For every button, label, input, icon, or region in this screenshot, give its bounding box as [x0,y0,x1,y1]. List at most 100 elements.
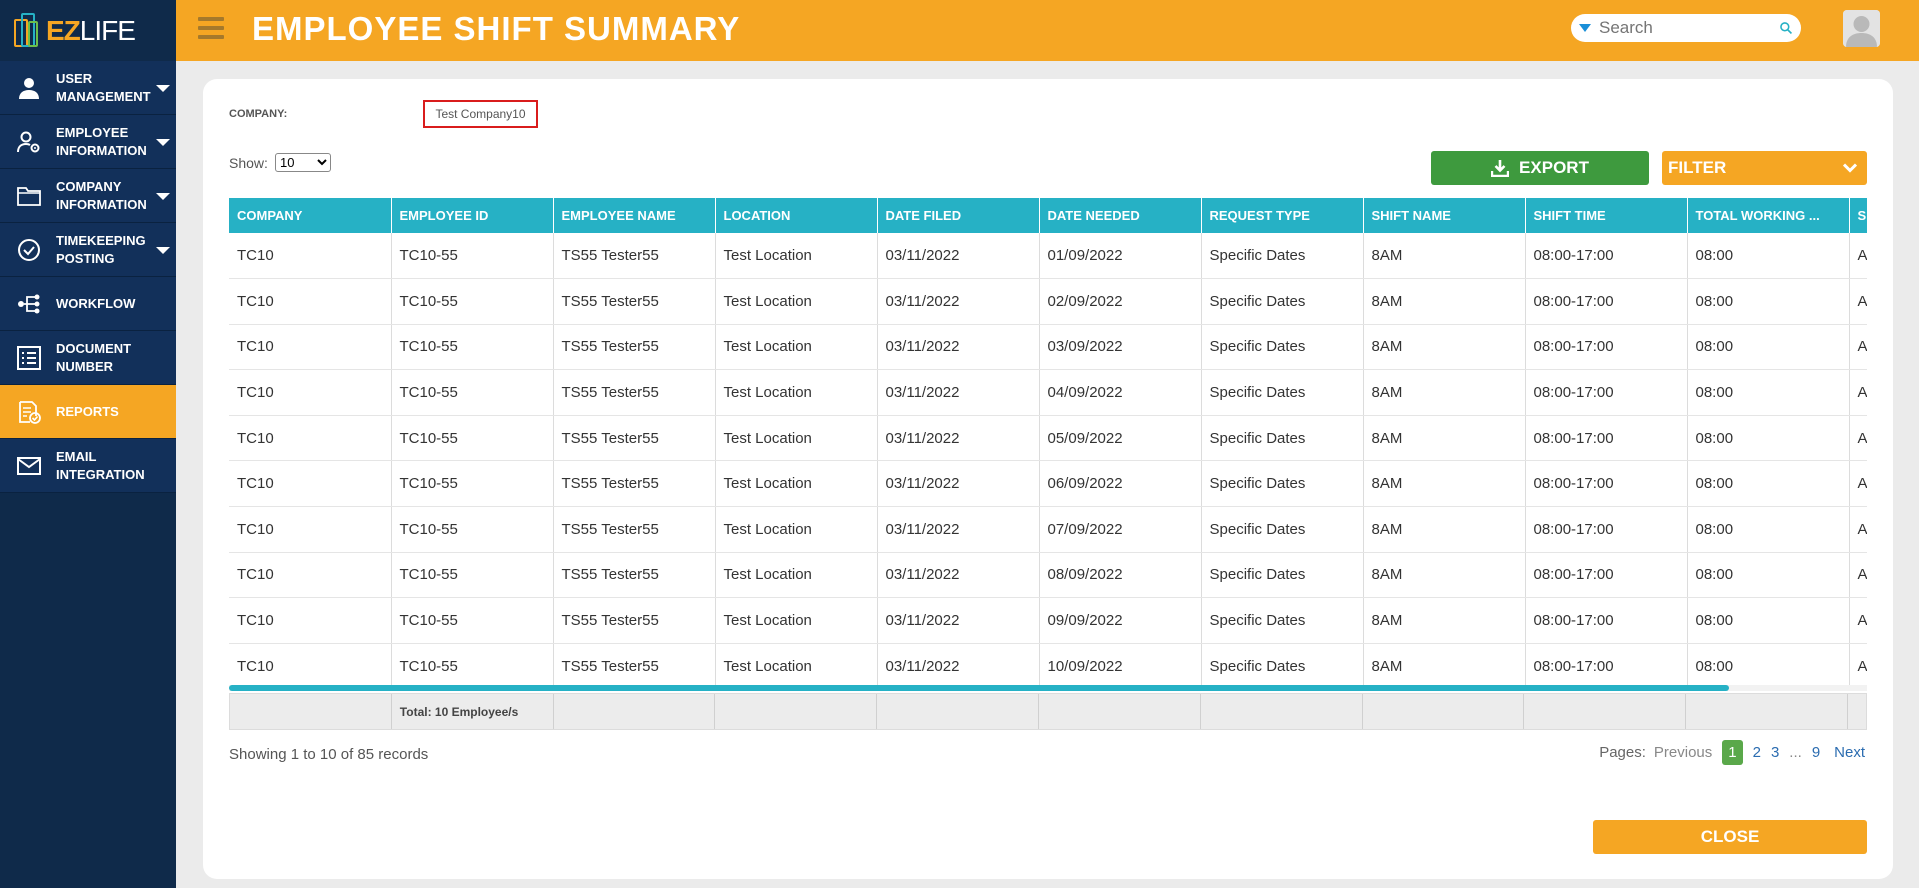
column-header-company[interactable]: COMPANY [229,198,392,233]
next-page-link[interactable]: Next [1834,744,1865,761]
cell-employee-id: TC10-55 [391,324,554,371]
sidebar-item-reports[interactable]: REPORTS [0,385,176,439]
cell-employee-id: TC10-55 [391,552,554,599]
footer-cell [715,694,878,729]
cell-request-type: Specific Dates [1201,597,1364,644]
sidebar-item-document-number[interactable]: DOCUMENT NUMBER [0,331,176,385]
table-row[interactable]: TC10 TC10-55 TS55 Tester55 Test Location 03/… [229,369,1867,416]
cell-employee-name: TS55 Tester55 [553,643,716,690]
page-link-1[interactable]: 1 [1722,740,1743,765]
table-row[interactable]: TC10 TC10-55 TS55 Tester55 Test Location 03/… [229,324,1867,371]
cell-date-needed: 01/09/2022 [1039,233,1202,280]
table-footer-row: Total: 10 Employee/s [229,693,1867,730]
cell-employee-name: TS55 Tester55 [553,233,716,280]
cell-shift-time: 08:00-17:00 [1525,415,1688,462]
sidebar-item-employee-information[interactable]: EMPLOYEE INFORMATION [0,115,176,169]
hamburger-menu-icon[interactable] [198,17,224,41]
column-header-employee-id[interactable]: EMPLOYEE ID [391,198,554,233]
top-header: EMPLOYEE SHIFT SUMMARY [176,0,1919,61]
cell-status: A [1849,597,1867,644]
column-header-request-type[interactable]: REQUEST TYPE [1201,198,1364,233]
table-header-row: COMPANY EMPLOYEE ID EMPLOYEE NAME LOCATI… [229,198,1867,233]
search-input[interactable] [1599,18,1779,38]
horizontal-scrollbar[interactable] [229,685,1867,691]
footer-cell [877,694,1039,729]
table-row[interactable]: TC10 TC10-55 TS55 Tester55 Test Location 03/… [229,278,1867,325]
sidebar-item-user-management[interactable]: USER MANAGEMENT [0,61,176,115]
cell-date-filed: 03/11/2022 [877,278,1040,325]
footer-total: Total: 10 Employee/s [392,694,554,729]
cell-total-working: 08:00 [1687,369,1850,416]
footer-cell [1524,694,1687,729]
table-row[interactable]: TC10 TC10-55 TS55 Tester55 Test Location 03/… [229,415,1867,462]
table-row[interactable]: TC10 TC10-55 TS55 Tester55 Test Location 03/… [229,643,1867,690]
cell-total-working: 08:00 [1687,460,1850,508]
sidebar-item-label: EMAIL INTEGRATION [56,448,145,482]
page-link-last[interactable]: 9 [1812,744,1820,761]
sidebar-item-email-integration[interactable]: EMAIL INTEGRATION [0,439,176,493]
page-size-select[interactable]: 10 [275,153,331,172]
scrollbar-thumb[interactable] [229,685,1729,691]
cell-total-working: 08:00 [1687,506,1850,553]
column-header-shift-name[interactable]: SHIFT NAME [1363,198,1526,233]
cell-shift-name: 8AM [1363,552,1526,599]
filter-button[interactable]: FILTER [1662,151,1867,185]
close-button[interactable]: CLOSE [1593,820,1867,854]
cell-status: A [1849,233,1867,280]
company-label: COMPANY: [229,108,288,120]
cell-total-working: 08:00 [1687,278,1850,325]
cell-date-needed: 07/09/2022 [1039,506,1202,553]
page-link-2[interactable]: 2 [1753,744,1761,761]
cell-employee-name: TS55 Tester55 [553,552,716,599]
column-header-date-filed[interactable]: DATE FILED [877,198,1040,233]
column-header-status[interactable]: S [1849,198,1867,233]
pages-label: Pages: [1599,744,1646,761]
previous-page-link[interactable]: Previous [1654,744,1712,761]
cell-shift-time: 08:00-17:00 [1525,597,1688,644]
app-logo[interactable]: EZLIFE [0,0,176,61]
table-row[interactable]: TC10 TC10-55 TS55 Tester55 Test Location 03/… [229,506,1867,553]
cell-status: A [1849,460,1867,508]
column-header-location[interactable]: LOCATION [715,198,878,233]
table-row[interactable]: TC10 TC10-55 TS55 Tester55 Test Location 03/… [229,552,1867,599]
cell-date-needed: 09/09/2022 [1039,597,1202,644]
cell-request-type: Specific Dates [1201,552,1364,599]
cell-request-type: Specific Dates [1201,643,1364,690]
cell-location: Test Location [715,597,878,644]
footer-cell [1686,694,1848,729]
column-header-date-needed[interactable]: DATE NEEDED [1039,198,1202,233]
table-row[interactable]: TC10 TC10-55 TS55 Tester55 Test Location 03/… [229,597,1867,644]
sidebar-item-label: TIMEKEEPING POSTING [56,232,146,266]
cell-total-working: 08:00 [1687,233,1850,280]
column-header-shift-time[interactable]: SHIFT TIME [1525,198,1688,233]
chevron-down-icon [156,193,170,200]
column-header-employee-name[interactable]: EMPLOYEE NAME [553,198,716,233]
cell-request-type: Specific Dates [1201,506,1364,553]
cell-employee-id: TC10-55 [391,415,554,462]
search-scope-dropdown-icon[interactable] [1579,24,1591,32]
cell-shift-time: 08:00-17:00 [1525,324,1688,371]
cell-employee-id: TC10-55 [391,597,554,644]
column-header-total-working[interactable]: TOTAL WORKING ... [1687,198,1850,233]
export-button[interactable]: EXPORT [1431,151,1649,185]
cell-status: A [1849,643,1867,690]
export-label: EXPORT [1519,158,1589,177]
company-value: Test Company10 [423,100,538,128]
footer-cell [554,694,716,729]
cell-shift-time: 08:00-17:00 [1525,506,1688,553]
cell-status: A [1849,278,1867,325]
logo-ez: EZ [46,14,81,46]
cell-shift-name: 8AM [1363,597,1526,644]
sidebar-item-workflow[interactable]: WORKFLOW [0,277,176,331]
cell-location: Test Location [715,506,878,553]
avatar[interactable] [1843,10,1880,47]
search-icon[interactable] [1779,19,1793,37]
table-row[interactable]: TC10 TC10-55 TS55 Tester55 Test Location 03/… [229,233,1867,280]
sidebar-item-company-information[interactable]: COMPANY INFORMATION [0,169,176,223]
sidebar-item-timekeeping-posting[interactable]: TIMEKEEPING POSTING [0,223,176,277]
table-row[interactable]: TC10 TC10-55 TS55 Tester55 Test Location 03/… [229,460,1867,508]
list-icon [16,345,42,371]
cell-company: TC10 [229,460,392,508]
page-link-3[interactable]: 3 [1771,744,1779,761]
cell-employee-name: TS55 Tester55 [553,506,716,553]
